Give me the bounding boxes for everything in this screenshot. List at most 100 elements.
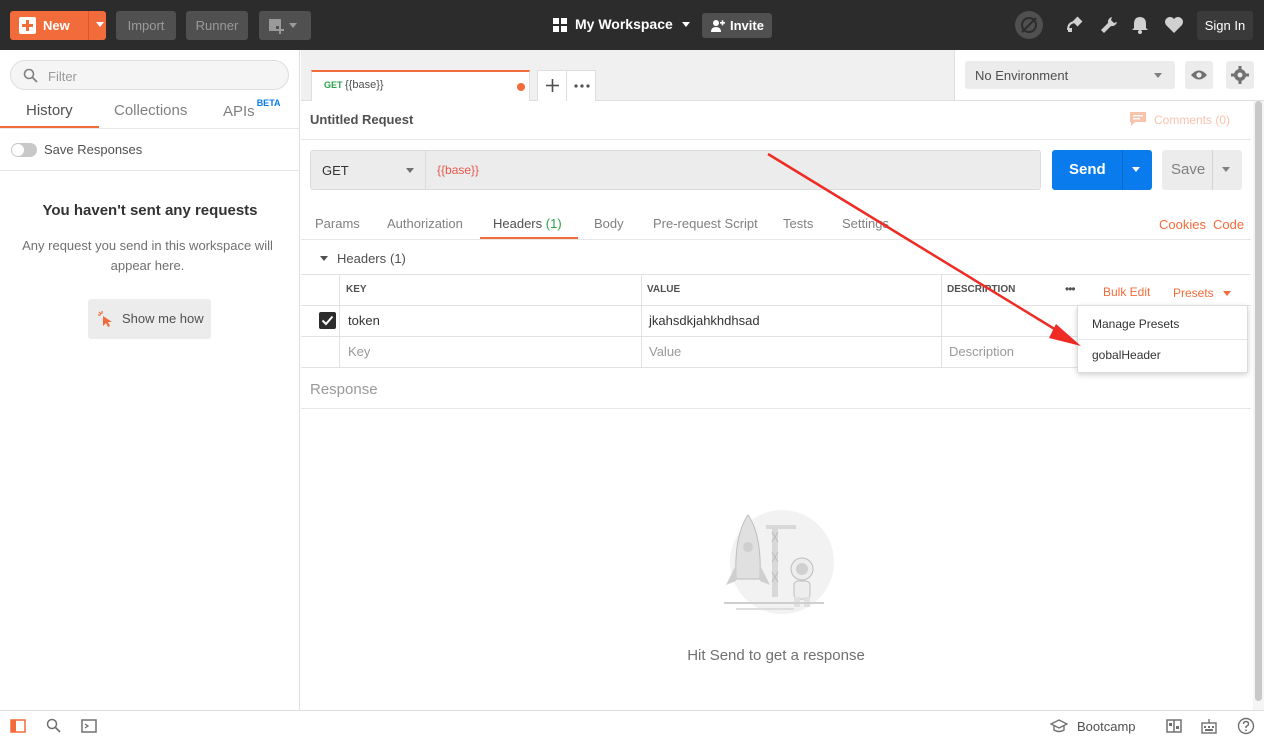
scrollbar[interactable] [1253,101,1264,710]
show-me-how-button[interactable]: Show me how [88,299,211,339]
status-bar: Bootcamp [0,710,1264,741]
environment-select[interactable]: No Environment [965,61,1175,89]
plus-icon [19,17,36,34]
unsaved-dot-icon [517,83,525,91]
top-bar: New Import Runner My Workspace Invite Si… [0,0,1264,50]
scrollbar-thumb[interactable] [1255,101,1262,701]
new-button[interactable]: New [10,11,106,40]
manage-environments-button[interactable] [1226,61,1254,89]
tab-apis[interactable]: APIs BETA [223,98,281,120]
tab-headers[interactable]: Headers (1) [493,216,562,231]
eye-icon [1191,70,1207,80]
response-label: Response [310,381,378,398]
tab-headers-count: (1) [545,216,562,231]
cookies-link[interactable]: Cookies [1159,217,1206,232]
new-button-label: New [43,18,70,33]
bell-icon[interactable] [1129,14,1151,36]
chevron-down-icon[interactable] [1132,167,1140,172]
chevron-down-icon [1154,73,1162,78]
table-border [339,274,340,368]
gear-icon [1231,66,1249,84]
environment-selected: No Environment [975,68,1069,83]
save-responses-label: Save Responses [44,142,143,157]
presets-menu-item[interactable]: Manage Presets [1092,317,1179,331]
tab-pre-request-script[interactable]: Pre-request Script [653,216,758,231]
divider [0,170,300,171]
new-header-value-input[interactable]: Value [649,344,681,359]
request-title[interactable]: Untitled Request [310,112,413,127]
new-tab-button[interactable] [537,70,567,101]
tab-apis-label: APIs [223,103,255,120]
bulk-edit-link[interactable]: Bulk Edit [1103,285,1150,299]
find-icon[interactable] [46,718,62,734]
new-header-key-input[interactable]: Key [348,344,370,359]
two-pane-view-icon[interactable] [1166,718,1182,734]
help-icon[interactable] [1237,717,1255,735]
presets-button[interactable]: Presets [1173,285,1233,301]
graduation-cap-icon [1050,719,1068,733]
tab-body[interactable]: Body [594,216,624,231]
save-button[interactable]: Save [1162,150,1242,190]
environment-quick-look-button[interactable] [1185,61,1213,89]
chevron-down-icon [1223,291,1231,296]
sign-in-button[interactable]: Sign In [1197,11,1253,40]
headers-section-toggle[interactable]: Headers (1) [319,251,419,267]
request-tab-method: GET [324,80,343,90]
code-link[interactable]: Code [1213,217,1244,232]
url-value: {{base}} [437,163,480,177]
toggle-sidebar-icon[interactable] [10,718,26,734]
comments-label: Comments (0) [1154,113,1231,127]
save-responses-toggle[interactable] [11,143,37,157]
heart-icon[interactable] [1163,14,1185,36]
tab-options-button[interactable] [566,70,596,101]
chevron-down-icon[interactable] [1222,167,1230,172]
more-horizontal-icon [574,84,590,88]
headers-section-label: Headers [337,251,387,266]
workspace-label: My Workspace [575,16,673,32]
comments-button[interactable]: Comments (0) [1129,111,1241,131]
console-icon[interactable] [81,718,97,734]
divider [301,408,1251,409]
empty-history-title: You haven't sent any requests [42,202,258,219]
request-tab-url: {{base}} [345,79,384,91]
divider [0,128,300,129]
request-tab[interactable]: GET {{base}} [311,70,530,101]
method-label: GET [322,163,349,178]
chevron-down-icon[interactable] [96,22,104,27]
method-select[interactable]: GET [310,150,426,190]
tab-headers-label: Headers [493,216,543,231]
keyboard-shortcuts-icon[interactable] [1201,718,1217,734]
satellite-icon[interactable] [1064,14,1086,36]
add-user-icon [711,20,725,32]
invite-button[interactable]: Invite [702,13,772,38]
import-button[interactable]: Import [116,11,176,40]
rocket-astronaut-illustration [724,510,834,614]
tab-authorization[interactable]: Authorization [387,216,463,231]
chevron-down-icon [682,22,690,27]
dropdown-divider [1078,339,1247,340]
check-icon [321,315,334,326]
new-window-icon [269,19,297,34]
tab-history[interactable]: History [26,102,73,119]
runner-button[interactable]: Runner [186,11,248,40]
new-window-button[interactable] [259,11,311,40]
workspace-switcher[interactable]: My Workspace [575,16,693,36]
table-border [301,367,1077,368]
divider [301,139,1251,140]
presets-menu-item[interactable]: gobalHeader [1092,348,1161,362]
filter-input[interactable]: Filter [10,60,289,90]
environment-bar: No Environment [954,50,1264,101]
column-header-key: KEY [346,284,367,295]
tab-collections[interactable]: Collections [114,102,187,119]
pointer-click-icon [98,311,112,327]
sync-off-icon[interactable] [1014,10,1044,40]
wrench-icon[interactable] [1098,14,1120,36]
tab-params[interactable]: Params [315,216,360,231]
beta-badge: BETA [256,98,281,108]
header-key-cell[interactable]: token [348,313,380,328]
bootcamp-button[interactable]: Bootcamp [1050,718,1140,736]
header-enabled-checkbox[interactable] [319,312,336,329]
show-me-how-label: Show me how [122,311,204,326]
empty-history-description: Any request you send in this workspace w… [22,238,273,273]
header-value-cell[interactable]: jkahsdkjahkhdhsad [649,313,760,328]
